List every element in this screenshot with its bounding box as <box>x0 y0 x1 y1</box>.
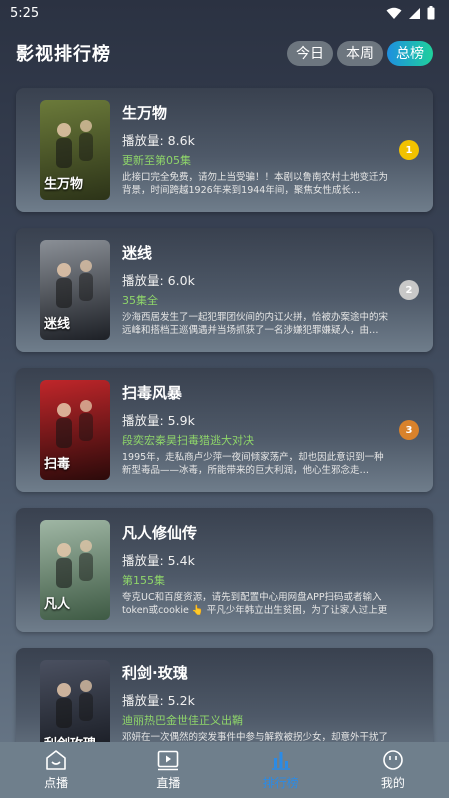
tab-today[interactable]: 今日 <box>287 40 333 66</box>
update-status: 35集全 <box>122 294 158 307</box>
header: 影视排行榜 今日 本周 总榜 <box>0 34 449 72</box>
chart-icon <box>271 752 290 770</box>
battery-icon <box>427 6 435 20</box>
rank-badge: 1 <box>399 140 419 160</box>
ranking-card[interactable]: 扫毒 扫毒风暴播放量: 5.9k 段奕宏秦昊扫毒猎逃大对决 1995年，走私商卢少萍一… <box>16 368 433 492</box>
rank-badge: 3 <box>399 420 419 440</box>
ranking-card[interactable]: 迷线 迷线 播放量: 6.0k 35集全 沙海西居发生了一起犯罪团伙间的内讧火拼，恰被办… <box>16 228 433 352</box>
tab-all-time[interactable]: 总榜 <box>387 40 433 66</box>
card-title: 迷线 <box>122 244 153 262</box>
ranking-card[interactable]: 凡人 凡人修仙传播放量: 5.4k 第155集夸克UC和百度资源，请先到配置中心用网… <box>16 508 433 632</box>
page-title: 影视排行榜 <box>16 44 111 65</box>
status-icons <box>386 6 435 20</box>
update-status: 段奕宏秦昊扫毒猎逃大对决 <box>122 434 254 447</box>
tab-week[interactable]: 本周 <box>337 40 383 66</box>
card-title: 扫毒风暴 <box>122 384 183 402</box>
card-info: 迷线播放量: 6.0k 35集全沙海西居发生了一起犯罪团伙间的内讧火拼，恰被办案途… <box>122 242 392 337</box>
poster-image[interactable]: 扫毒 <box>40 380 110 480</box>
card-description: 夸克UC和百度资源，请先到配置中心用网盘APP扫码或者输入token或cooki… <box>122 592 388 616</box>
poster-title: 扫毒 <box>44 457 71 472</box>
nav-label-live: 直播 <box>156 776 181 790</box>
card-title: 凡人修仙传 <box>122 524 198 542</box>
update-status: 更新至第05集 <box>122 154 191 167</box>
poster-image[interactable]: 凡人 <box>40 520 110 620</box>
play-count: 播放量: 5.4k <box>122 553 195 568</box>
poster-title: 迷线 <box>44 317 71 332</box>
ranking-list: 生万物 生万物 播放量: 8.6k 更新至第05集 此接口完全免费，请勿上当受骗！！本剧… <box>16 88 433 788</box>
range-tabs: 今日 本周 总榜 <box>287 40 433 66</box>
update-status: 第155集 <box>122 574 165 587</box>
card-description: 此接口完全免费，请勿上当受骗！！本剧以鲁南农村土地变迁为背景，时间跨越1926年… <box>122 172 389 196</box>
status-bar: 5:25 <box>0 0 449 26</box>
poster-title: 凡人 <box>44 597 71 612</box>
play-count: 播放量: 5.2k <box>122 693 195 708</box>
poster-image[interactable]: 迷线 <box>40 240 110 340</box>
smile-icon <box>383 750 403 770</box>
nav-item-vod[interactable]: 点播 <box>16 749 96 791</box>
bottom-nav: 点播 直播 排行榜 我的 <box>0 742 449 798</box>
poster-image[interactable]: 生万物 <box>40 100 110 200</box>
play-icon <box>158 750 179 771</box>
card-description: 1995年，走私商卢少萍一夜间倾家荡产，却也因此意识到一种新型毒品——冰毒，所能… <box>122 452 384 476</box>
card-title: 利剑·玫瑰 <box>122 664 188 682</box>
wifi-icon <box>386 7 402 19</box>
card-info: 扫毒风暴播放量: 5.9k 段奕宏秦昊扫毒猎逃大对决 1995年，走私商卢少萍一夜间… <box>122 382 392 477</box>
play-count: 播放量: 8.6k <box>122 133 195 148</box>
update-status: 迪丽热巴金世佳正义出鞘 <box>122 714 243 727</box>
nav-label-mine: 我的 <box>380 776 405 790</box>
nav-label-ranking: 排行榜 <box>262 776 299 790</box>
card-description: 沙海西居发生了一起犯罪团伙间的内讧火拼，恰被办案途中的宋远峰和搭档王巡偶遇并当场… <box>122 312 389 336</box>
poster-title: 生万物 <box>44 177 84 192</box>
home-icon <box>46 750 66 770</box>
nav-item-mine[interactable]: 我的 <box>353 749 433 791</box>
play-count: 播放量: 6.0k <box>122 273 195 288</box>
play-count: 播放量: 5.9k <box>122 413 195 428</box>
card-title: 生万物 <box>122 104 168 122</box>
nav-item-live[interactable]: 直播 <box>128 749 208 791</box>
signal-icon <box>409 7 420 19</box>
ranking-card[interactable]: 生万物 生万物 播放量: 8.6k 更新至第05集 此接口完全免费，请勿上当受骗！！本剧… <box>16 88 433 212</box>
nav-label-vod: 点播 <box>44 776 69 790</box>
rank-badge: 2 <box>399 280 419 300</box>
status-time: 5:25 <box>10 5 40 21</box>
nav-item-ranking[interactable]: 排行榜 <box>241 749 321 791</box>
card-info: 凡人修仙传播放量: 5.4k 第155集夸克UC和百度资源，请先到配置中心用网盘A… <box>122 522 392 617</box>
card-info: 生万物播放量: 8.6k 更新至第05集此接口完全免费，请勿上当受骗！！本剧以鲁南… <box>122 102 392 197</box>
